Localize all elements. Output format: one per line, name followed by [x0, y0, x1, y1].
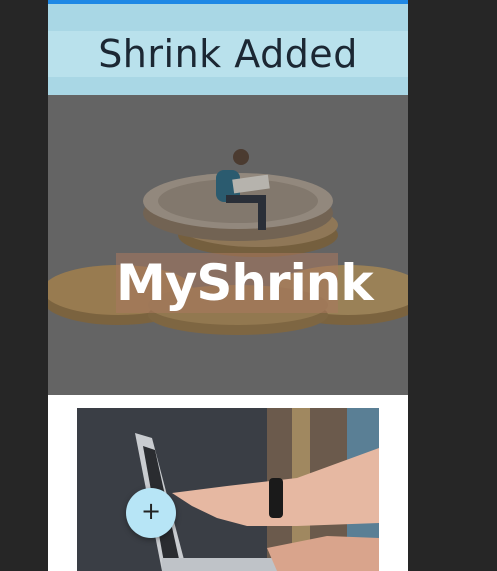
hero-overlay: [48, 95, 408, 395]
app-page: Shrink Added MyShrink +: [48, 0, 408, 571]
add-button[interactable]: +: [126, 488, 176, 538]
feature-card-image[interactable]: [77, 408, 379, 571]
page-title: Shrink Added: [98, 32, 358, 76]
brand-logo-text: MyShrink: [116, 254, 374, 312]
laptop-photo-illustration: [77, 408, 379, 571]
hero-image: MyShrink: [48, 95, 408, 395]
plus-icon: +: [140, 497, 162, 525]
